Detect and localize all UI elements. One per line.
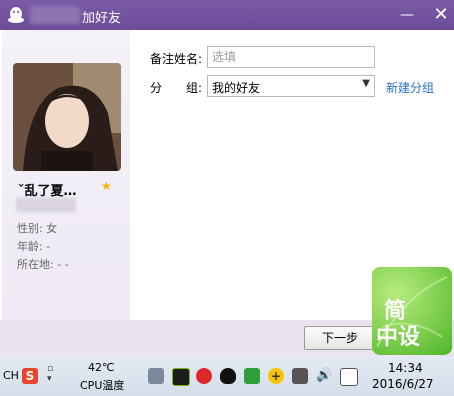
remark-input[interactable]: 选填 bbox=[207, 46, 375, 68]
next-button[interactable]: 下一步 bbox=[304, 326, 376, 350]
language-indicator[interactable]: CH bbox=[3, 369, 19, 382]
volume-icon[interactable]: 🔊 bbox=[316, 368, 332, 384]
cpu-temperature-label: CPU温度 bbox=[80, 379, 125, 392]
profile-age: 年龄: - bbox=[17, 240, 51, 253]
network-icon[interactable] bbox=[340, 368, 358, 386]
remark-label: 备注姓名: bbox=[150, 52, 203, 66]
avatar bbox=[13, 63, 121, 171]
minimize-button[interactable]: — bbox=[394, 3, 420, 27]
sogou-s-icon[interactable]: S bbox=[22, 368, 38, 384]
profile-name: ˇ乱了夏… bbox=[18, 184, 77, 199]
security-shield-icon[interactable] bbox=[244, 368, 260, 384]
group-selected-value: 我的好友 bbox=[212, 81, 261, 95]
watermark-logo: 简 中设 bbox=[372, 267, 452, 355]
nvidia-icon[interactable] bbox=[172, 368, 190, 386]
blurred-qq-number bbox=[16, 198, 76, 212]
close-button[interactable]: ✕ bbox=[428, 3, 454, 27]
penguin-tray-icon[interactable] bbox=[292, 368, 308, 384]
expand-tray-icon[interactable]: ▫ ▾ bbox=[47, 364, 57, 384]
profile-panel: ˇ乱了夏… ★ 性别: 女 年龄: - 所在地: - - bbox=[2, 30, 130, 320]
plus-icon[interactable]: + bbox=[268, 368, 284, 384]
watermark-line2: 中设 bbox=[376, 325, 421, 350]
profile-gender: 性别: 女 bbox=[17, 222, 58, 235]
user-tray-icon[interactable] bbox=[148, 368, 164, 384]
clock-time[interactable]: 14:34 bbox=[388, 361, 423, 375]
dialog-title: 加好友 bbox=[82, 11, 122, 26]
chevron-down-icon: ▼ bbox=[362, 78, 370, 89]
qq-tray-icon[interactable] bbox=[220, 368, 236, 384]
profile-location: 所在地: - - bbox=[17, 258, 69, 271]
clock-date[interactable]: 2016/6/27 bbox=[372, 377, 434, 391]
cpu-temperature: 42℃ bbox=[88, 361, 115, 374]
blurred-account-name bbox=[30, 6, 80, 24]
new-group-link[interactable]: 新建分组 bbox=[386, 79, 434, 96]
group-label: 分 组: bbox=[150, 81, 203, 95]
netease-music-icon[interactable] bbox=[196, 368, 212, 384]
group-select[interactable]: 我的好友 ▼ bbox=[207, 75, 375, 97]
title-bar[interactable]: 加好友 — ✕ bbox=[0, 0, 454, 30]
qq-icon bbox=[8, 7, 24, 23]
star-icon: ★ bbox=[101, 179, 112, 193]
